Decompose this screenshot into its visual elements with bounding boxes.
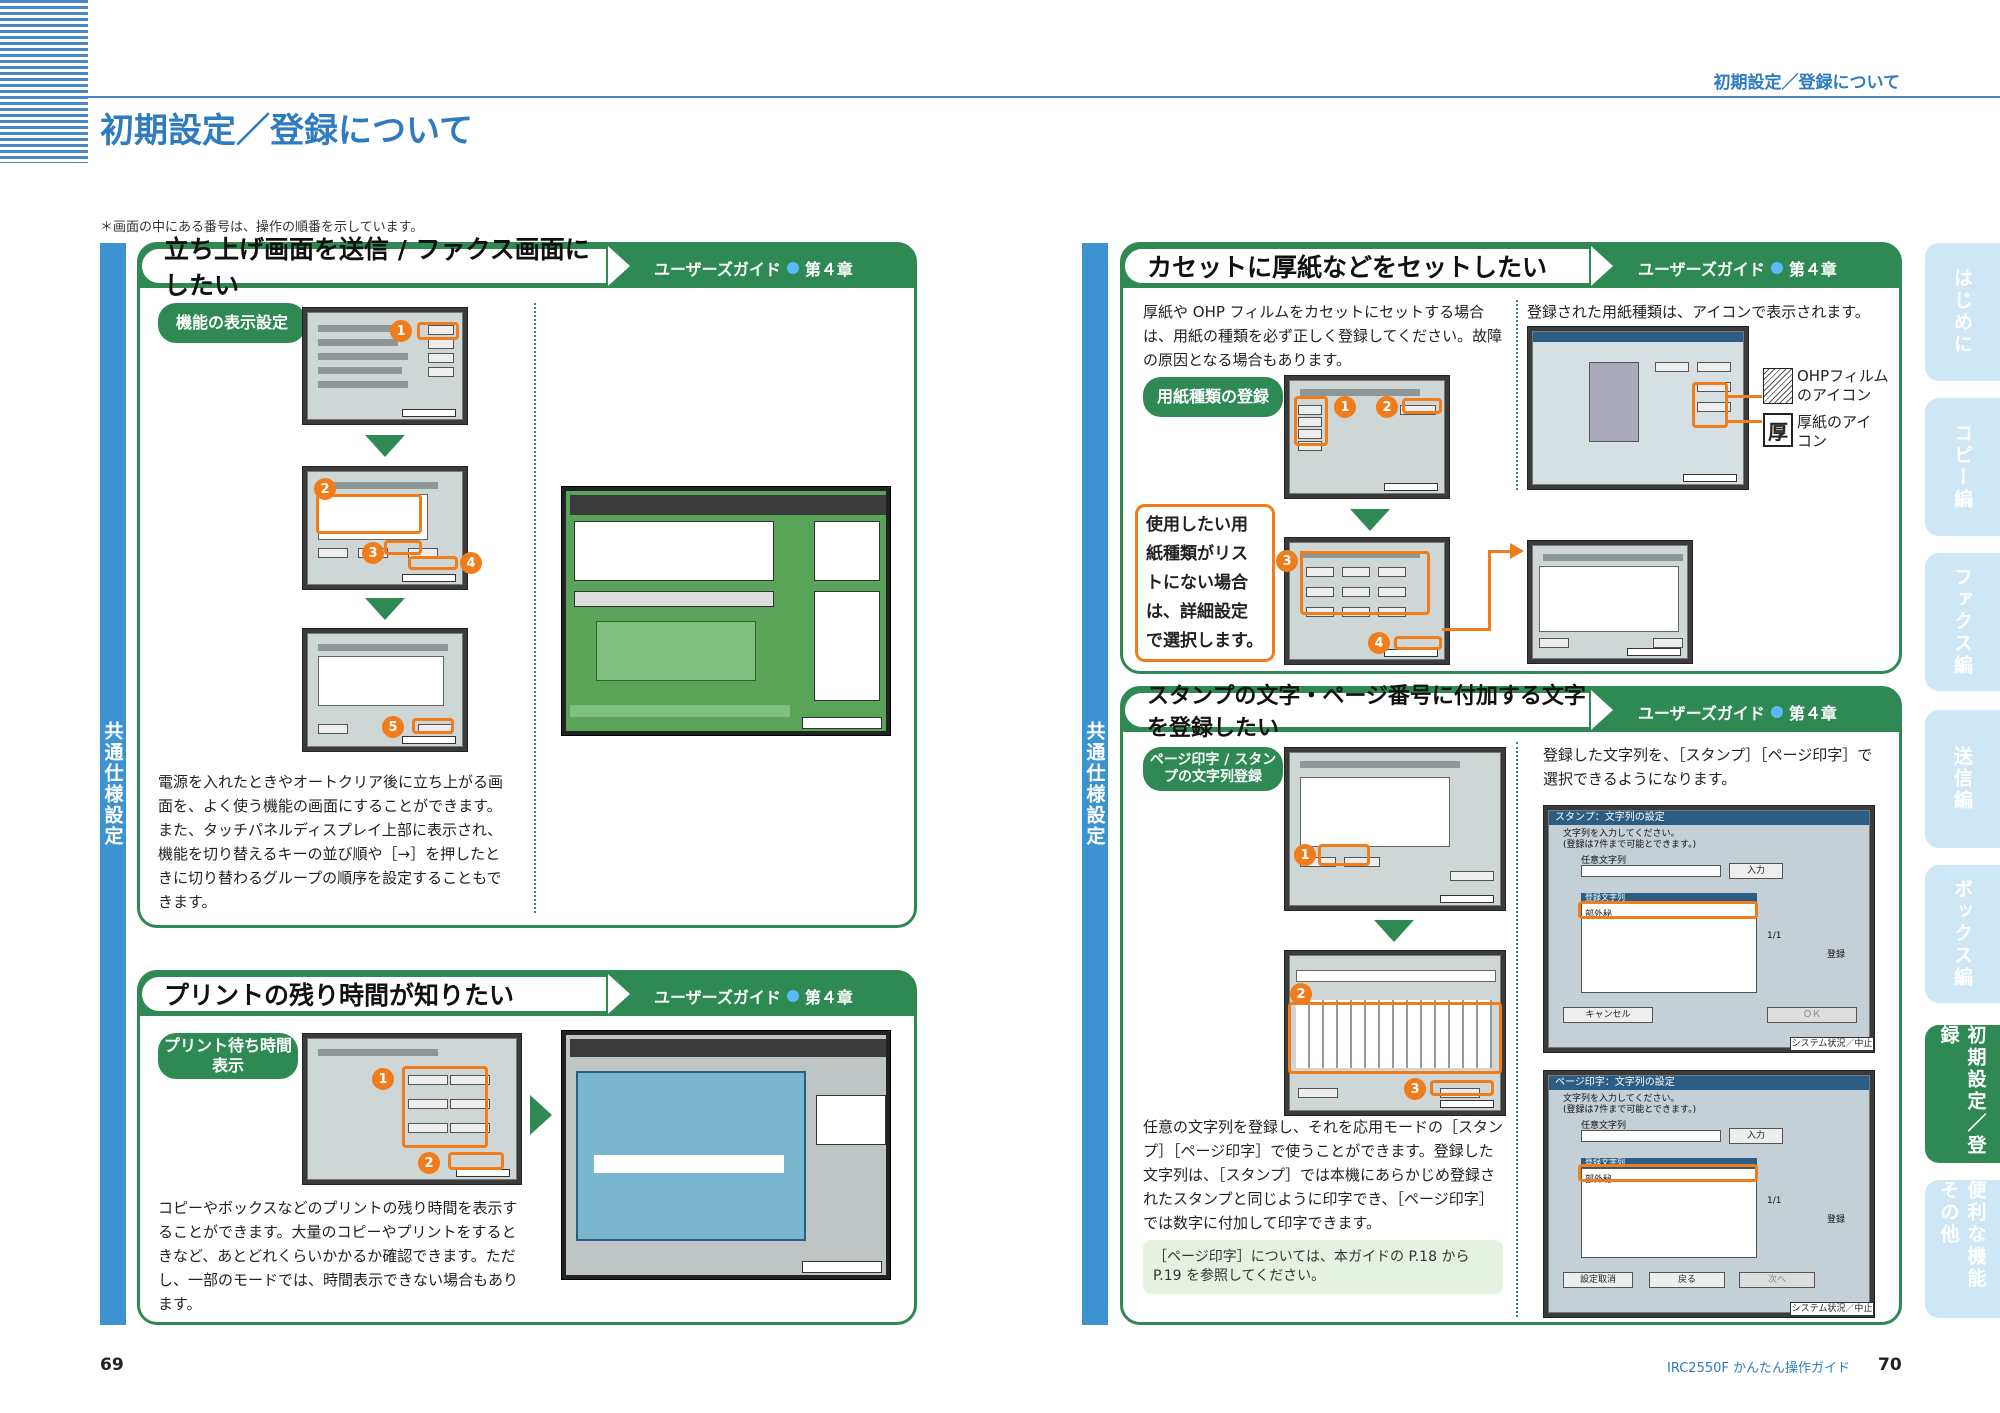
step-label: プリント待ち時間表示	[158, 1033, 298, 1079]
guide-reference: ユーザーズガイド 第４章	[1638, 704, 1837, 723]
step-marker: 1	[372, 1068, 394, 1090]
step-marker: 2	[1376, 396, 1398, 418]
highlight-box	[1288, 1002, 1502, 1074]
highlight-box	[448, 1152, 504, 1170]
highlight-box	[417, 322, 459, 340]
step-marker: 3	[362, 542, 384, 564]
connector	[1442, 628, 1490, 631]
side-label-right: 共通仕様設定	[1082, 243, 1108, 1325]
highlight-box	[1430, 1080, 1494, 1096]
page-title: 初期設定／登録について	[100, 111, 473, 151]
arrow-head	[1510, 543, 1524, 559]
highlight-box	[1300, 551, 1430, 615]
detail-setting-callout: 使用したい用紙種類がリストにない場合は、詳細設定で選択します。	[1135, 504, 1275, 662]
highlight-box	[1294, 396, 1328, 446]
product-name: IRC2550F かんたん操作ガイド	[1667, 1361, 1850, 1376]
highlight-box	[384, 540, 422, 555]
guide-reference: ユーザーズガイド 第４章	[654, 260, 853, 279]
highlight-box	[1578, 1164, 1758, 1182]
section-body-text: 厚紙や OHP フィルムをカセットにセットする場合は、用紙の種類を必ず正しく登録…	[1143, 303, 1503, 369]
step-label: 用紙種類の登録	[1143, 377, 1283, 417]
thick-icon-caption: 厚紙のアイコン	[1797, 413, 1872, 450]
step-marker: 2	[418, 1152, 440, 1174]
step-label: ページ印字 / スタンプの文字列登録	[1143, 747, 1283, 791]
step-label: 機能の表示設定	[158, 303, 306, 343]
section-side-text: 登録された用紙種類は、アイコンで表示されます。	[1527, 303, 1870, 321]
section-body-text: コピーやボックスなどのプリントの残り時間を表示することができます。大量のコピーや…	[158, 1199, 519, 1313]
reference-note: ［ページ印字］については、本ガイドの P.18 から P.19 を参照してくださ…	[1143, 1240, 1503, 1294]
header-stripes	[0, 0, 88, 163]
down-arrow	[1374, 920, 1414, 942]
running-head: 初期設定／登録について	[1713, 73, 1901, 93]
screenshot-stamp-settings: スタンプ：文字列の設定 文字列を入力してください。 (登録は7件まで可能とできま…	[1543, 805, 1875, 1053]
step-marker: 4	[460, 552, 482, 574]
step-marker: 2	[1290, 983, 1312, 1005]
tab-send[interactable]: 送信編	[1925, 710, 2000, 848]
step-marker: 3	[1276, 550, 1298, 572]
highlight-box	[412, 718, 454, 734]
guide-reference: ユーザーズガイド 第４章	[1638, 260, 1837, 279]
tab-copy[interactable]: コピー編	[1925, 398, 2000, 536]
page-number-right: 70	[1878, 1355, 1902, 1375]
dot-icon	[1770, 262, 1783, 274]
highlight-box	[1402, 398, 1442, 414]
screenshot-fax-screen	[561, 486, 891, 736]
dotted-separator	[1516, 742, 1518, 1317]
dotted-separator	[534, 303, 536, 913]
screenshot-paper-list	[1527, 540, 1693, 664]
step-marker: 3	[1404, 1078, 1426, 1100]
connector	[1728, 420, 1762, 423]
thick-paper-icon: 厚	[1763, 413, 1793, 447]
section-title: プリントの残り時間が知りたい	[139, 974, 630, 1014]
step-marker: 4	[1368, 632, 1390, 654]
dot-icon	[786, 262, 799, 274]
highlight-box	[316, 494, 422, 534]
section-title: カセットに厚紙などをセットしたい	[1122, 246, 1613, 286]
connector	[1488, 550, 1512, 553]
section-body-text: 任意の文字列を登録し、それを応用モードの［スタンプ］［ページ印字］で使うことがで…	[1143, 1118, 1504, 1232]
connector	[1728, 395, 1762, 398]
page-number-left: 69	[100, 1355, 124, 1375]
screenshot-page-print-settings: ページ印字：文字列の設定 文字列を入力してください。 (登録は7件まで可能とでき…	[1543, 1070, 1875, 1318]
tab-introduction[interactable]: はじめに	[1925, 243, 2000, 381]
down-arrow	[1350, 509, 1390, 531]
section-body-text: 電源を入れたときやオートクリア後に立ち上がる画面を、よく使う機能の画面にすること…	[158, 773, 504, 911]
section-title: スタンプの文字・ページ番号に付加する文字を登録したい	[1122, 684, 1613, 741]
down-arrow	[365, 598, 405, 620]
tab-box[interactable]: ボックス編	[1925, 865, 2000, 1003]
dot-icon	[786, 990, 799, 1002]
connector	[1488, 550, 1491, 631]
side-label-left: 共通仕様設定	[100, 243, 126, 1325]
highlight-box	[402, 1066, 488, 1148]
highlight-box	[1394, 636, 1442, 650]
dotted-separator	[1516, 300, 1518, 490]
dot-icon	[1770, 706, 1783, 718]
section-side-text: 登録した文字列を、［スタンプ］［ページ印字］で選択できるようになります。	[1543, 746, 1873, 788]
ohp-icon-caption: OHPフィルムのアイコン	[1797, 367, 1889, 404]
ohp-film-icon	[1763, 368, 1793, 404]
right-arrow	[530, 1095, 552, 1135]
highlight-box	[1318, 844, 1370, 866]
tab-useful-functions[interactable]: 便利な機能 その他	[1925, 1180, 2000, 1318]
highlight-box	[1692, 382, 1728, 428]
down-arrow	[365, 435, 405, 457]
screenshot-print-status	[561, 1030, 891, 1280]
tab-initial-settings[interactable]: 初期設定／登録	[1925, 1025, 2000, 1163]
step-marker: 1	[1334, 396, 1356, 418]
system-status-key: システム状況／中止	[1790, 1037, 1874, 1051]
step-marker: 2	[314, 478, 336, 500]
header-rule	[88, 96, 2000, 98]
step-marker: 5	[382, 716, 404, 738]
guide-reference: ユーザーズガイド 第４章	[654, 988, 853, 1007]
system-status-key: システム状況／中止	[1790, 1302, 1874, 1316]
step-marker: 1	[390, 320, 412, 342]
highlight-box	[1578, 901, 1758, 919]
screenshot-stamp-register	[1284, 747, 1506, 911]
highlight-box	[408, 556, 458, 570]
step-marker: 1	[1294, 844, 1316, 866]
tab-fax[interactable]: ファクス編	[1925, 553, 2000, 691]
section-title: 立ち上げ画面を送信 / ファクス画面にしたい	[139, 235, 630, 300]
